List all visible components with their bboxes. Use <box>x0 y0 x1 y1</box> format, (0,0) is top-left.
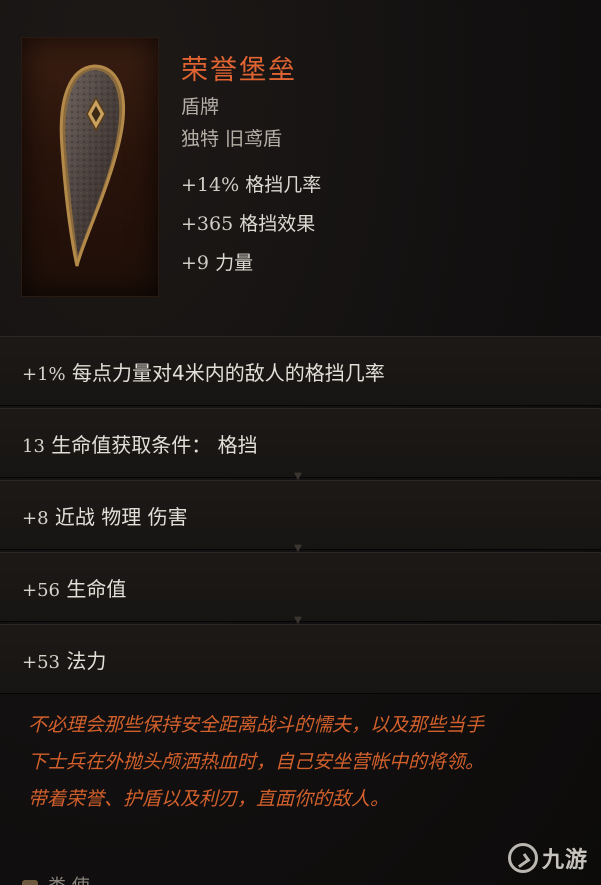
lore-text: 不必理会那些保持安全距离战斗的懦夫，以及那些当手 下士兵在外抛头颅洒热血时，自己… <box>28 707 588 818</box>
footer-label: 类 使 <box>48 876 90 885</box>
base-stat-block-effect: +365 格挡效果 <box>181 211 321 250</box>
affix-value: +53 <box>22 652 60 673</box>
affix-text: +1% 每点力量对4米内的敌人的格挡几率 <box>22 357 385 386</box>
affix-label: 法力 <box>66 649 107 673</box>
affix-label: 每点力量对4米内的敌人的格挡几率 <box>72 361 385 385</box>
affix-text: +8 近战 物理 伤害 <box>22 501 188 530</box>
affix-text: +53 法力 <box>22 645 106 674</box>
affix-label: 近战 物理 伤害 <box>54 505 188 529</box>
affix-row: 13 生命值获取条件： 格挡 <box>0 408 601 478</box>
watermark-text: 九游 <box>542 848 589 873</box>
affix-row: ▼ +56 生命值 <box>0 544 601 622</box>
item-footer: 类 使 <box>22 872 90 885</box>
affix-value: +56 <box>22 580 60 601</box>
affix-value: +1% <box>22 364 66 385</box>
watermark-logo-icon <box>508 843 538 873</box>
affix-list: +1% 每点力量对4米内的敌人的格挡几率 13 生命值获取条件： 格挡 ▼ +8… <box>0 336 601 696</box>
affix-value: +8 <box>22 508 49 529</box>
base-stats: +14% 格挡几率 +365 格挡效果 +9 力量 <box>181 172 321 289</box>
item-tooltip: 荣誉堡垒 盾牌 独特 旧鸢盾 +14% 格挡几率 +365 格挡效果 +9 力量… <box>0 0 601 885</box>
divider-arrow-icon: ▼ <box>294 471 302 482</box>
stat-value: +14% <box>181 174 240 196</box>
stat-label: 力量 <box>215 252 254 274</box>
kite-shield-icon <box>59 64 126 267</box>
lore-line: 不必理会那些保持安全距离战斗的懦夫，以及那些当手 <box>28 714 485 736</box>
divider-arrow-icon: ▼ <box>294 543 302 554</box>
affix-text: 13 生命值获取条件： 格挡 <box>22 429 258 458</box>
affix-label: 生命值 <box>66 577 127 601</box>
affix-label: 生命值获取条件： 格挡 <box>51 433 258 457</box>
affix-row: +1% 每点力量对4米内的敌人的格挡几率 <box>0 336 601 406</box>
lore-line: 下士兵在外抛头颅洒热血时，自己安坐营帐中的将领。 <box>28 751 485 773</box>
affix-value: 13 <box>22 436 45 457</box>
watermark: 九游 <box>508 838 598 878</box>
affix-text: +56 生命值 <box>22 573 126 602</box>
stat-value: +9 <box>181 252 210 274</box>
item-subtype: 独特 旧鸢盾 <box>181 128 283 150</box>
base-stat-strength: +9 力量 <box>181 250 321 289</box>
item-name: 荣誉堡垒 <box>181 55 297 86</box>
base-stat-block-chance: +14% 格挡几率 <box>181 172 321 211</box>
item-type: 盾牌 <box>181 96 220 118</box>
divider-arrow-icon: ▼ <box>294 615 302 626</box>
item-class-icon <box>22 880 38 885</box>
affix-row: ▼ +53 法力 <box>0 616 601 694</box>
item-header: 荣誉堡垒 盾牌 独特 旧鸢盾 +14% 格挡几率 +365 格挡效果 +9 力量 <box>0 0 601 335</box>
affix-row: ▼ +8 近战 物理 伤害 <box>0 472 601 550</box>
stat-label: 格挡几率 <box>245 174 322 196</box>
item-portrait <box>22 38 158 296</box>
stat-label: 格挡效果 <box>239 213 316 235</box>
stat-value: +365 <box>181 213 234 235</box>
lore-line: 带着荣誉、护盾以及利刃，直面你的敌人。 <box>28 788 390 810</box>
